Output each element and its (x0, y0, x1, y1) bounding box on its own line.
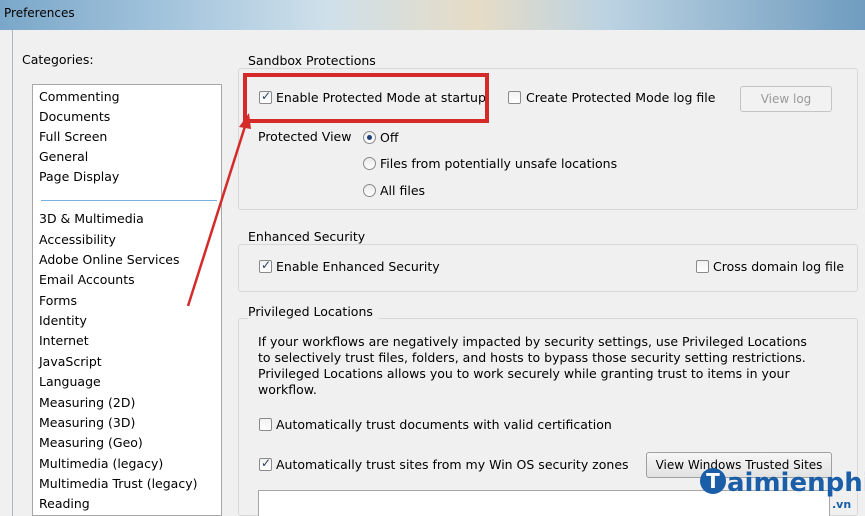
watermark-letter: T (700, 468, 726, 494)
annotation-arrow (186, 113, 251, 307)
arrow-head (239, 113, 251, 129)
arrow-shaft (186, 119, 249, 307)
watermark-domain: .vn (832, 498, 852, 511)
watermark-logo: Taimienphi (700, 468, 865, 498)
watermark-text: aimienphi (727, 468, 865, 498)
